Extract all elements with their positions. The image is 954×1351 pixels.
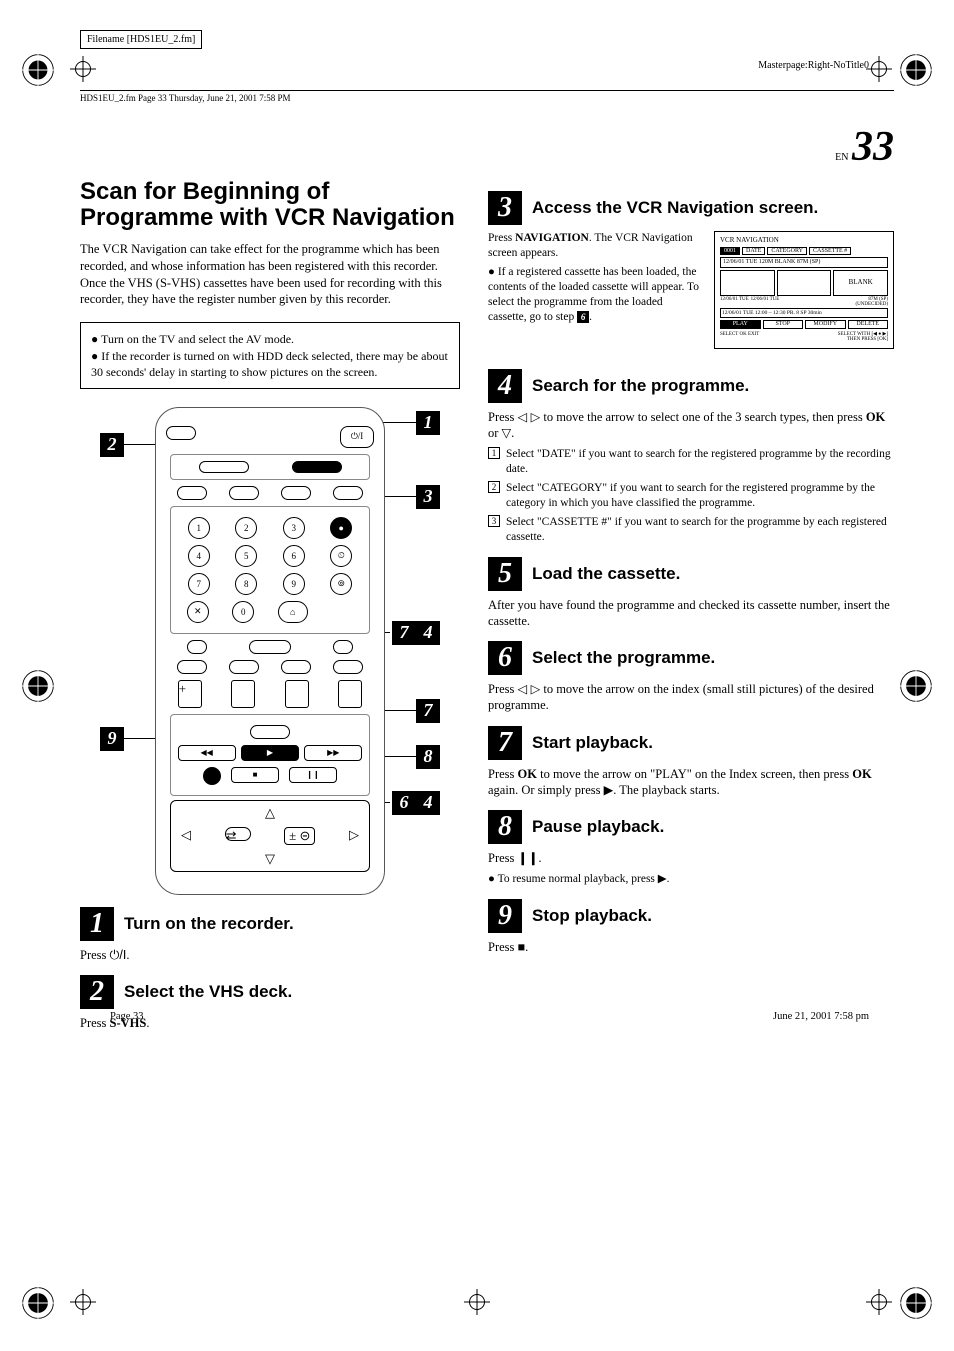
step1-num: 1: [80, 907, 114, 941]
crosshair-br: [866, 1289, 892, 1315]
navfig-bar: 12/06/01 TUE 120M BLANK 87M (SP): [720, 257, 888, 268]
step8-title: Pause playback.: [532, 817, 664, 837]
sub-3-text: Select "CASSETTE #" if you want to searc…: [506, 515, 894, 545]
step6-title: Select the programme.: [532, 648, 715, 668]
step6-num: 6: [488, 641, 522, 675]
navfig-info: 12/06/01 TUE 12:00 – 12:30 PR. 8 SP 30mi…: [720, 308, 888, 318]
step1-title: Turn on the recorder.: [124, 914, 294, 934]
navfig-tab-category: CATEGORY: [767, 247, 807, 256]
callout-7a: 7: [392, 621, 416, 645]
sub-1-text: Select "DATE" if you want to search for …: [506, 447, 894, 477]
navfig-d2: 12/06/01 TUE: [751, 297, 780, 303]
reg-mark-br: [898, 1285, 934, 1321]
remote-key-0: 0: [232, 601, 254, 623]
sub-2-num: 2: [488, 481, 500, 493]
step7-body: Press OK to move the arrow on "PLAY" on …: [488, 766, 894, 799]
callout-7b: 7: [416, 699, 440, 723]
navfig-tab-0001: 0001: [720, 247, 740, 256]
callout-2: 2: [100, 433, 124, 457]
callout-9: 9: [100, 727, 124, 751]
sub-1-num: 1: [488, 447, 500, 459]
step3-title: Access the VCR Navigation screen.: [532, 198, 818, 218]
masterpage-label: Masterpage:Right-NoTitle0: [758, 60, 869, 71]
crosshair-bc: [464, 1289, 490, 1315]
section-title: Scan for Beginning of Programme with VCR…: [80, 179, 460, 231]
step8-num: 8: [488, 810, 522, 844]
reg-mark-bl: [20, 1285, 56, 1321]
remote-key-4: 4: [188, 545, 210, 567]
step5-num: 5: [488, 557, 522, 591]
navfig-tab-date: DATE: [742, 247, 765, 256]
navfig-blank-cell: BLANK: [833, 270, 888, 296]
remote-key-7: 7: [188, 573, 210, 595]
callout-4a: 4: [416, 621, 440, 645]
navfig-tab-cassette: CASSETTE #: [809, 247, 851, 256]
remote-key-2: 2: [235, 517, 257, 539]
callout-6: 6: [392, 791, 416, 815]
step4-num: 4: [488, 369, 522, 403]
remote-key-3: 3: [283, 517, 305, 539]
intro-paragraph: The VCR Navigation can take effect for t…: [80, 241, 460, 309]
step9-num: 9: [488, 899, 522, 933]
page-number: EN 33: [80, 123, 894, 171]
step6-body: Press ◁ ▷ to move the arrow on the index…: [488, 681, 894, 714]
remote-key-5: 5: [235, 545, 257, 567]
step8-body: Press ❙❙.: [488, 850, 894, 866]
step3-num: 3: [488, 191, 522, 225]
navfig-stop: STOP: [763, 320, 804, 329]
step4-body: Press ◁ ▷ to move the arrow to select on…: [488, 409, 894, 442]
remote-key-9: 9: [283, 573, 305, 595]
info-item-2: If the recorder is turned on with HDD de…: [91, 348, 449, 380]
remote-figure: 1 2 3 47 7 9 8 46 ⏻/I 123● 456⏲: [100, 407, 440, 895]
page-num-value: 33: [852, 124, 894, 170]
navfig-title: VCR NAVIGATION: [720, 237, 888, 245]
remote-key-8: 8: [235, 573, 257, 595]
step7-title: Start playback.: [532, 733, 653, 753]
navfig-hint-left: SELECT OK EXIT: [720, 332, 759, 343]
callout-4b: 4: [416, 791, 440, 815]
callout-8: 8: [416, 745, 440, 769]
power-symbol: ⏻/I: [110, 948, 127, 962]
step2-title: Select the VHS deck.: [124, 982, 292, 1002]
navfig-d1: 12/06/01 TUE: [720, 297, 749, 303]
step4-title: Search for the programme.: [532, 376, 749, 396]
step3-bullet-text: If a registered cassette has been loaded…: [488, 266, 699, 323]
navfig-play: PLAY: [720, 320, 761, 329]
step3-bullet: If a registered cassette has been loaded…: [488, 265, 704, 325]
info-item-1: Turn on the TV and select the AV mode.: [91, 331, 449, 347]
callout-1: 1: [416, 411, 440, 435]
header-path: HDS1EU_2.fm Page 33 Thursday, June 21, 2…: [80, 93, 894, 103]
step9-body: Press ■.: [488, 939, 894, 955]
navfig-modify: MODIFY: [805, 320, 846, 329]
navfig-delete: DELETE: [848, 320, 889, 329]
info-box: Turn on the TV and select the AV mode. I…: [80, 322, 460, 389]
lang-code: EN: [835, 152, 848, 163]
step5-title: Load the cassette.: [532, 564, 680, 584]
remote-key-1: 1: [188, 517, 210, 539]
step7-num: 7: [488, 726, 522, 760]
step3-goto-ref: 6: [577, 311, 589, 323]
sub-3-num: 3: [488, 515, 500, 527]
step3-bullet-after: .: [589, 311, 592, 323]
step1-body-prefix: Press: [80, 948, 110, 962]
filename-box: Filename [HDS1EU_2.fm]: [80, 30, 202, 49]
callout-3: 3: [416, 485, 440, 509]
sub-2-text: Select "CATEGORY" if you want to search …: [506, 481, 894, 511]
vcr-navigation-figure: VCR NAVIGATION 0001 DATE CATEGORY CASSET…: [714, 231, 894, 349]
navfig-hint2: SELECT WITH [◀ ● ▶]: [838, 332, 888, 337]
step5-body: After you have found the programme and c…: [488, 597, 894, 630]
remote-key-6: 6: [283, 545, 305, 567]
crosshair-bl: [70, 1289, 96, 1315]
footer-right: June 21, 2001 7:58 pm: [773, 1011, 869, 1022]
step9-title: Stop playback.: [532, 906, 652, 926]
step8-bullet: To resume normal playback, press ▶.: [488, 872, 894, 887]
step1-body: Press ⏻/I.: [80, 947, 460, 963]
footer-left: Page 33: [110, 1011, 144, 1022]
navfig-hint3: THEN PRESS [OK]: [847, 337, 888, 342]
step2-num: 2: [80, 975, 114, 1009]
step1-body-suffix: .: [126, 948, 129, 962]
